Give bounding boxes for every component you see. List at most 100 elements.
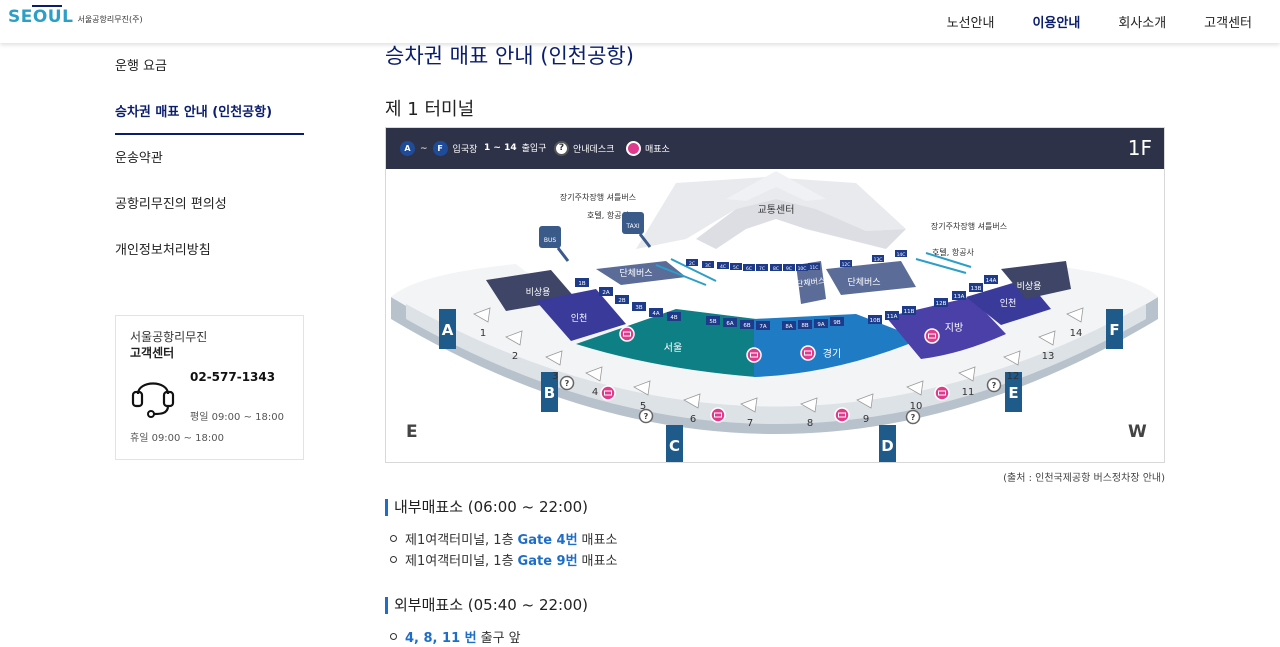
sidebar-item-convenience[interactable]: 공항리무진의 편의성	[115, 187, 304, 233]
bus-stop-13c: 13C	[872, 255, 884, 263]
nav-route-info[interactable]: 노선안내	[947, 12, 995, 31]
logo-subtitle: 서울공항리무진(주)	[77, 15, 143, 24]
exit-label: 4	[592, 387, 598, 398]
gate-label: D	[881, 437, 893, 455]
bus-stop-label: 6A	[726, 321, 733, 327]
legend-ticket-label: 매표소	[645, 145, 670, 155]
ticket-office-icon[interactable]	[834, 407, 850, 423]
ticket-office-icon[interactable]	[934, 385, 950, 401]
list-item-prefix: 제1여객터미널, 1층	[405, 554, 514, 569]
bus-stop-label: 11C	[810, 265, 819, 271]
legend-gate-label: 입국장	[452, 145, 478, 155]
bus-stop-3c: 3C	[702, 261, 714, 269]
bus-stop-13a: 13A	[952, 291, 966, 300]
legend-tilde: ~	[420, 143, 428, 154]
terminal-diagram: 교통센터 비상용 인천 서울 경기 지방 인천 비상용 단체버스 단체버스 단체…	[391, 171, 1158, 462]
bus-stop-8c: 8C	[770, 264, 782, 272]
bus-stop-label: 12C	[842, 262, 851, 268]
legend-exit-range: 1 ~ 14	[484, 142, 517, 153]
bus-stop-6b: 6B	[740, 320, 754, 329]
bus-stop-6a: 6A	[723, 318, 737, 327]
bus-stop-label: 13B	[971, 286, 982, 292]
nav-company[interactable]: 회사소개	[1118, 12, 1166, 31]
bus-stop-2a: 2A	[599, 287, 613, 296]
bus-stop-12b: 12B	[934, 298, 948, 307]
bus-stop-7a: 7A	[756, 321, 770, 330]
gate-c-marker: C	[666, 425, 683, 462]
info-desk-icon[interactable]: ?	[559, 375, 575, 391]
bus-stop-1b: 1B	[575, 278, 589, 287]
logo[interactable]: SEOUL 서울공항리무진(주)	[8, 5, 143, 27]
bus-stop-12c: 12C	[840, 260, 852, 268]
floor-label: 1F	[1127, 136, 1152, 160]
exit-label: 12	[1007, 371, 1020, 382]
label-hotel-right: 호텔, 항공사	[932, 248, 975, 257]
bus-stop-label: 9B	[833, 320, 840, 326]
legend-info: ? 안내데스크	[554, 141, 614, 156]
bus-stop-label: 6C	[746, 266, 752, 272]
bus-stop-4a: 4A	[649, 308, 663, 317]
bus-stop-label: 2C	[689, 261, 695, 267]
gate-a-marker: A	[439, 309, 456, 349]
info-desk-icon[interactable]: ?	[638, 408, 654, 424]
info-desk-icon: ?	[554, 141, 569, 156]
section-inner-ticket-heading: 내부매표소 (06:00 ~ 22:00)	[385, 499, 588, 516]
info-desk-symbol: ?	[644, 412, 649, 421]
bus-stop-7c: 7C	[756, 264, 768, 272]
gate-f-marker: F	[1106, 309, 1123, 349]
legend-ticket: 매표소	[626, 141, 670, 156]
list-item-highlight: 4, 8, 11 번	[405, 631, 477, 646]
ticket-office-icon[interactable]	[619, 326, 635, 342]
label-west: W	[1128, 422, 1147, 442]
bus-stop-4b: 4B	[667, 312, 681, 321]
bus-stop-label: 3C	[705, 263, 711, 269]
bus-stop-2c: 2C	[686, 259, 698, 267]
info-desk-symbol: ?	[992, 381, 997, 390]
ticket-office-icon[interactable]	[710, 407, 726, 423]
bus-stop-label: 9A	[817, 322, 824, 328]
taxi-icon: TAXI	[622, 212, 652, 248]
bus-stop-9b: 9B	[830, 317, 844, 326]
bus-stop-5b: 5B	[706, 316, 720, 325]
sidebar-item-ticketing[interactable]: 승차권 매표 안내 (인천공항)	[115, 95, 304, 135]
customer-center-box: 서울공항리무진 고객센터 02-577-1343 평일 09:00 ~ 18:0…	[115, 315, 304, 460]
sidebar-item-terms[interactable]: 운송약관	[115, 141, 304, 187]
site-header: SEOUL 서울공항리무진(주) 노선안내 이용안내 회사소개 고객센터	[0, 0, 1280, 43]
gate-a-badge: A	[400, 141, 415, 156]
sidebar-item-privacy[interactable]: 개인정보처리방침	[115, 233, 304, 279]
label-east: E	[406, 422, 418, 442]
exit-label: 7	[747, 418, 753, 429]
ticket-office-icon[interactable]	[800, 345, 816, 361]
label-long-term-right: 장기주차장행 셔틀버스	[931, 221, 1007, 231]
ticket-office-icon[interactable]	[924, 328, 940, 344]
logo-word: SEOUL	[8, 5, 74, 27]
bus-stop-label: 14C	[897, 252, 906, 258]
info-desk-icon[interactable]: ?	[986, 377, 1002, 393]
label-gyeonggi: 경기	[823, 347, 841, 360]
bullet-icon	[390, 535, 397, 542]
ticket-office-icon[interactable]	[600, 385, 616, 401]
exit-label: 11	[962, 387, 975, 398]
bus-stop-10b: 10B	[868, 315, 882, 324]
nav-usage-info[interactable]: 이용안내	[1032, 12, 1080, 31]
bus-stop-9c: 9C	[783, 264, 795, 272]
nav-customer-center[interactable]: 고객센터	[1204, 12, 1252, 31]
bus-stop-label: 5C	[733, 265, 739, 271]
bus-stop-label: 11A	[887, 314, 898, 320]
ticket-office-icon[interactable]	[746, 347, 762, 363]
contact-phone[interactable]: 02-577-1343	[190, 370, 275, 384]
label-emergency-right: 비상용	[1017, 281, 1042, 292]
bus-stop-label: 8A	[785, 324, 792, 330]
bus-stop-label: 12B	[936, 301, 947, 307]
info-desk-icon[interactable]: ?	[905, 409, 921, 425]
bus-stop-label: 2B	[618, 298, 625, 304]
label-long-term-left: 장기주차장행 셔틀버스	[560, 192, 636, 202]
list-item: 4, 8, 11 번 출구 앞	[390, 627, 521, 646]
legend-info-label: 안내데스크	[573, 145, 615, 155]
sidebar-item-fare[interactable]: 운행 요금	[115, 49, 304, 95]
gate-label: A	[442, 321, 454, 339]
bus-stop-label: 1B	[578, 281, 585, 287]
bus-stop-label: 8B	[801, 323, 808, 329]
exit-label: 8	[807, 418, 813, 429]
legend-exit-label: 출입구	[521, 144, 547, 154]
